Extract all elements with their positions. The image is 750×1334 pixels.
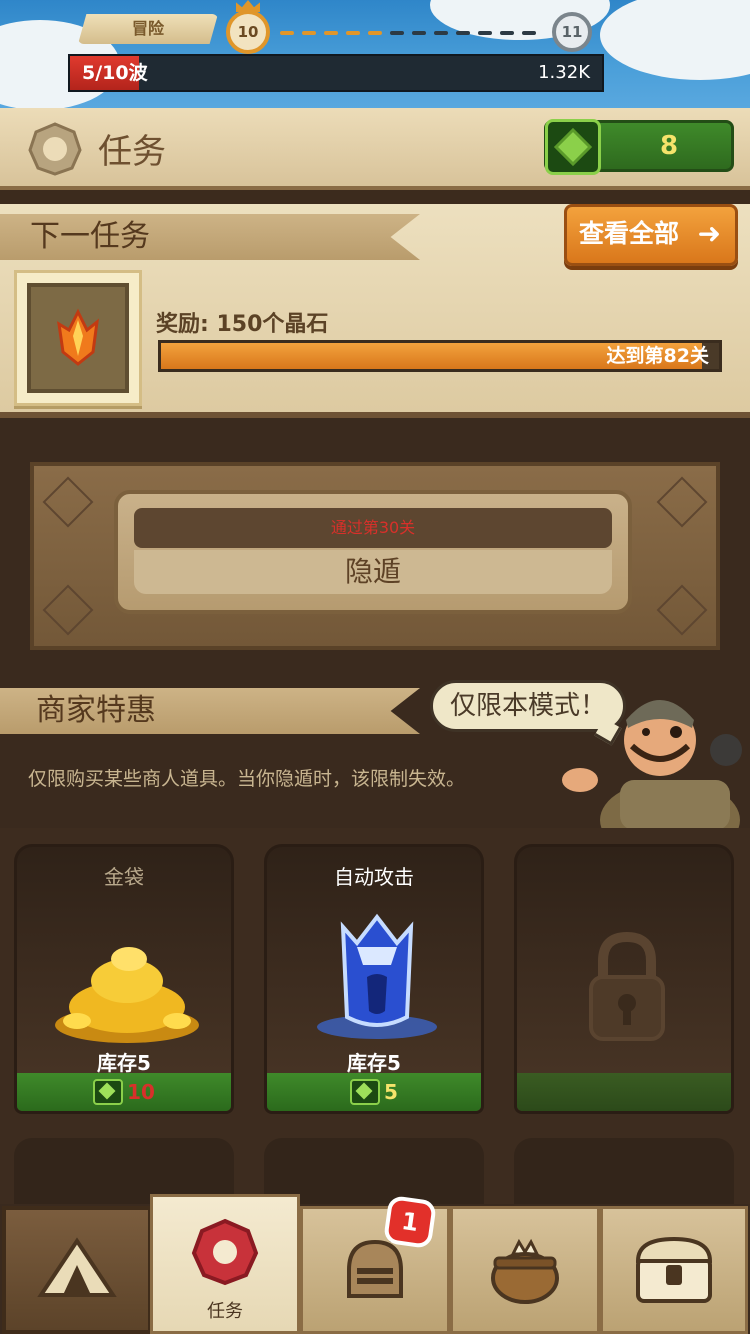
gem-icon (545, 119, 601, 175)
price-value: 10 (127, 1080, 155, 1104)
leaf-ornament (42, 584, 94, 636)
level-progress-dash (500, 31, 514, 35)
current-level-badge: 10 (226, 10, 270, 54)
shop-item-locked (514, 844, 734, 1114)
section-title: 下一任务 (30, 219, 150, 254)
level-progress-dash (346, 31, 360, 35)
shop-item-auto-attack[interactable]: 自动攻击 库存5 5 (264, 844, 484, 1114)
mode-label: 冒险 (78, 14, 218, 44)
leaf-ornament (42, 476, 94, 528)
treasure-chest-icon (635, 1236, 713, 1303)
hide-requirement: 通过第30关 (134, 508, 612, 548)
level-progress-dash (368, 31, 382, 35)
nav-chest[interactable] (600, 1206, 748, 1334)
level-progress-dash (324, 31, 338, 35)
shop-item-gold-bag[interactable]: 金袋 库存5 10 (14, 844, 234, 1114)
dps-value: 1.32K (538, 62, 590, 83)
task-goal: 达到第82关 (606, 345, 709, 367)
cauldron-icon (491, 1238, 559, 1304)
gem-counter[interactable]: 8 (544, 119, 734, 175)
task-seal-icon (191, 1218, 259, 1286)
item-stock: 库存5 (347, 1051, 401, 1075)
price-value: 5 (384, 1080, 398, 1104)
nav-camp[interactable] (2, 1206, 152, 1334)
level-progress-dash (412, 31, 426, 35)
gold-coins-icon (55, 947, 199, 1043)
cloud-decoration (600, 0, 750, 80)
task-header: 任务 8 (0, 108, 750, 190)
wave-counter: 5/10波 (82, 62, 148, 84)
next-level-badge: 11 (552, 12, 592, 52)
top-level-bar: 冒险 10 11 5/10波 1.32K (0, 0, 750, 110)
hide-button-label: 隐遁 (134, 550, 612, 594)
item-title: 自动攻击 (334, 865, 414, 889)
reward-icon-frame (14, 270, 142, 406)
item-price-empty (517, 1073, 731, 1111)
level-progress-dash (302, 31, 316, 35)
view-all-button[interactable]: 查看全部 ➜ (564, 204, 738, 266)
item-price[interactable]: 10 (17, 1073, 231, 1111)
arrow-right-icon: ➜ (697, 217, 721, 250)
level-progress-dash (478, 31, 492, 35)
reward-label: 奖励: 150个晶石 (156, 312, 329, 337)
view-all-label: 查看全部 (579, 219, 680, 248)
nav-tasks[interactable]: 任务 (150, 1194, 300, 1334)
gem-icon (93, 1079, 124, 1105)
merchant-title: 商家特惠 (36, 693, 156, 728)
lock-icon (589, 931, 665, 1041)
nav-cauldron[interactable] (450, 1206, 600, 1334)
heroes-notification-badge: 1 (382, 1194, 438, 1250)
page-title: 任务 (98, 132, 166, 172)
level-progress-dash (456, 31, 470, 35)
item-stock: 库存5 (97, 1051, 151, 1075)
merchant-description: 仅限购买某些商人道具。当你隐遁时，该限制失效。 (28, 768, 466, 790)
helmet-flame-icon (317, 913, 437, 1039)
level-progress-dash (390, 31, 404, 35)
divider (0, 190, 750, 204)
item-price[interactable]: 5 (267, 1073, 481, 1111)
wave-progress-bar: 5/10波 1.32K (68, 54, 604, 92)
item-title: 金袋 (104, 865, 144, 889)
merchant-character-icon (562, 700, 742, 830)
bottom-nav: 任务 (0, 1194, 750, 1334)
reward-slot (27, 283, 129, 393)
gem-count: 8 (659, 131, 679, 161)
gem-icon (350, 1079, 381, 1105)
next-task-ribbon: 下一任务 (0, 214, 420, 260)
leaf-ornament (656, 584, 708, 636)
level-progress-dash (522, 31, 536, 35)
crystal-icon (57, 308, 99, 366)
task-seal-icon (28, 122, 82, 176)
merchant-ribbon: 商家特惠 (0, 688, 420, 734)
hide-button[interactable]: 通过第30关 隐遁 (114, 490, 632, 614)
level-progress-dash (280, 31, 294, 35)
tent-icon (37, 1237, 117, 1297)
level-progress-dash (434, 31, 448, 35)
task-progress-bar: 达到第82关 (158, 340, 722, 372)
leaf-ornament (656, 476, 708, 528)
nav-tasks-label: 任务 (207, 1301, 243, 1322)
shop-item-next-row (514, 1138, 734, 1208)
